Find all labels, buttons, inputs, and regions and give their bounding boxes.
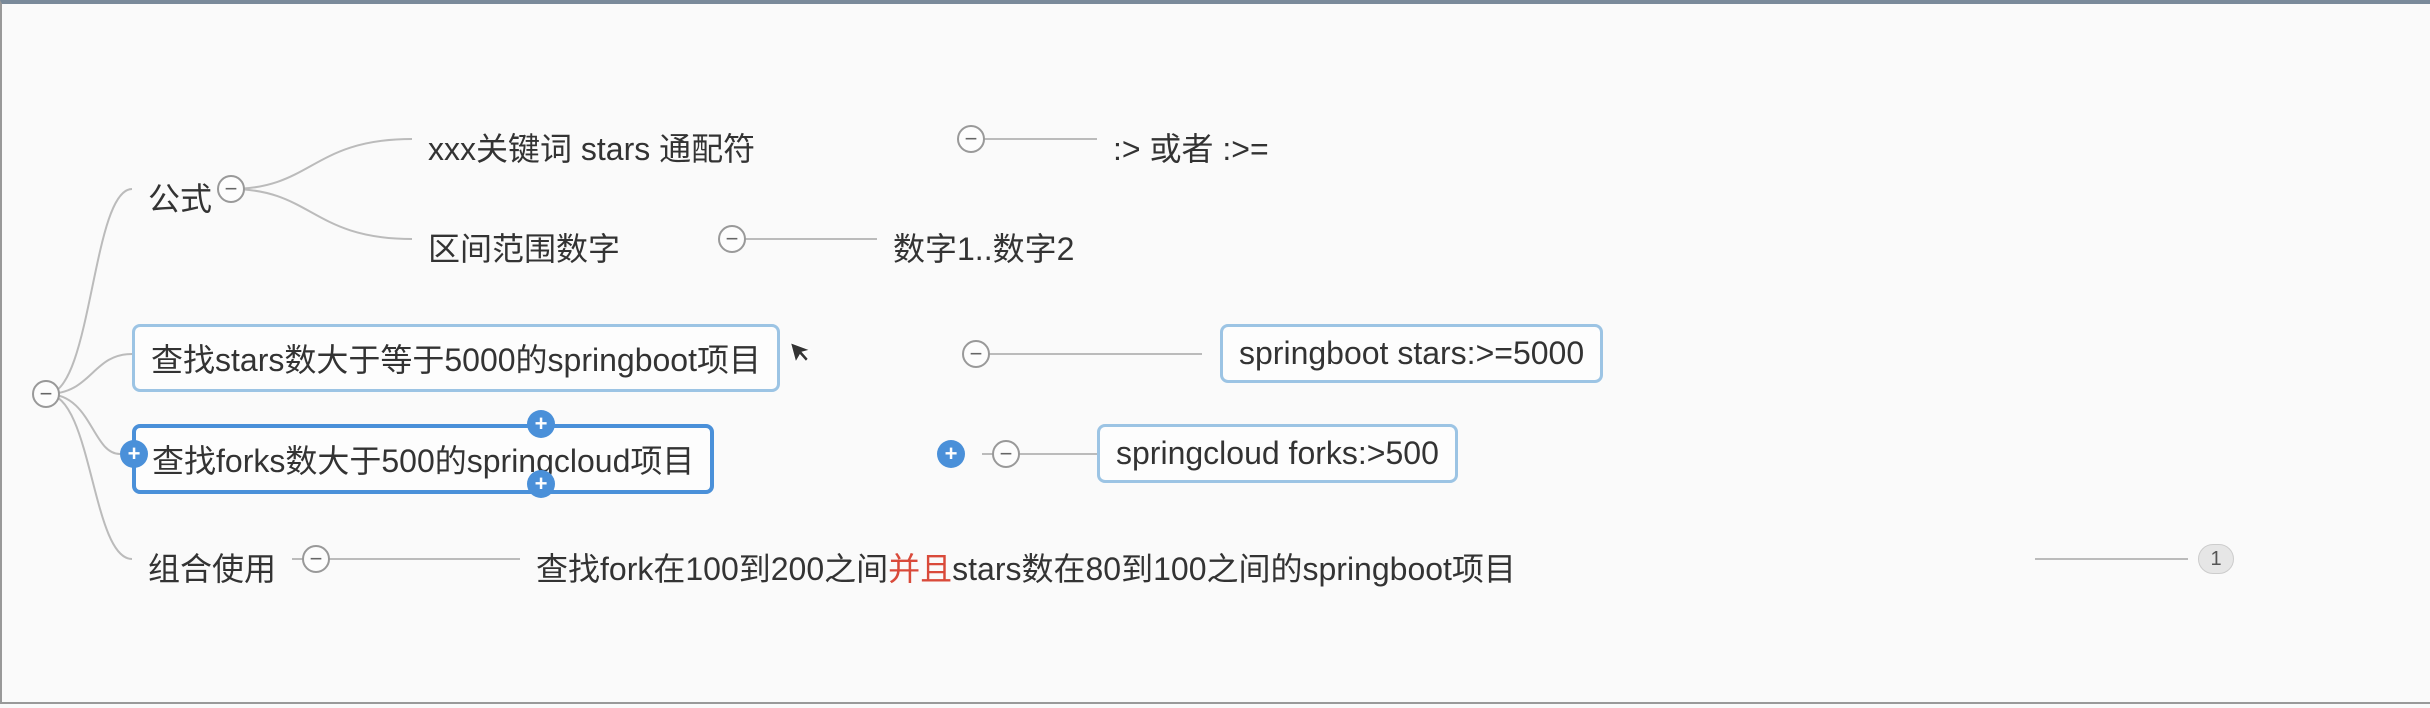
operator-hint-node[interactable]: :> 或者 :>=	[1097, 116, 1285, 178]
query-stars-label: 查找stars数大于等于5000的springboot项目	[151, 335, 761, 381]
stars-collapse-button[interactable]	[962, 340, 990, 368]
query-forks-node[interactable]: 查找forks数大于500的springcloud项目	[132, 424, 714, 494]
result-forks-node[interactable]: springcloud forks:>500	[1097, 424, 1458, 483]
combined-query-node[interactable]: 查找fork在100到200之间 并且 stars数在80到100之间的spri…	[520, 536, 1532, 598]
range-pattern-node[interactable]: 数字1..数字2	[877, 216, 1090, 278]
combined-use-label: 组合使用	[148, 544, 276, 590]
combined-query-post: stars数在80到100之间的springboot项目	[952, 544, 1516, 590]
formula-node[interactable]: 公式	[132, 166, 228, 228]
combined-count-value: 1	[2210, 548, 2221, 571]
keyword-pattern-node[interactable]: xxx关键词 stars 通配符	[412, 116, 771, 178]
formula-collapse-button[interactable]	[217, 175, 245, 203]
range-numbers-node[interactable]: 区间范围数字	[412, 216, 636, 278]
add-right-button[interactable]	[937, 440, 965, 468]
result-stars-label: springboot stars:>=5000	[1239, 335, 1584, 372]
query-stars-node[interactable]: 查找stars数大于等于5000的springboot项目	[132, 324, 780, 392]
forks-collapse-button[interactable]	[992, 440, 1020, 468]
add-bottom-button[interactable]	[527, 470, 555, 498]
formula-label: 公式	[148, 174, 212, 220]
range-pattern-label: 数字1..数字2	[893, 224, 1074, 270]
root-collapse-button[interactable]	[32, 380, 60, 408]
keyword-pattern-label: xxx关键词 stars 通配符	[428, 124, 755, 170]
operator-hint-label: :> 或者 :>=	[1113, 124, 1269, 170]
combined-count-badge[interactable]: 1	[2198, 544, 2234, 574]
combined-query-highlight: 并且	[888, 544, 952, 590]
range-numbers-label: 区间范围数字	[428, 224, 620, 270]
result-forks-label: springcloud forks:>500	[1116, 435, 1439, 472]
combined-use-node[interactable]: 组合使用	[132, 536, 292, 598]
combined-query-pre: 查找fork在100到200之间	[536, 544, 888, 590]
range-collapse-button[interactable]	[718, 225, 746, 253]
keyword-collapse-button[interactable]	[957, 125, 985, 153]
result-stars-node[interactable]: springboot stars:>=5000	[1220, 324, 1603, 383]
add-top-button[interactable]	[527, 410, 555, 438]
query-forks-label: 查找forks数大于500的springcloud项目	[152, 436, 694, 482]
add-left-button[interactable]	[120, 440, 148, 468]
combined-collapse-button[interactable]	[302, 545, 330, 573]
